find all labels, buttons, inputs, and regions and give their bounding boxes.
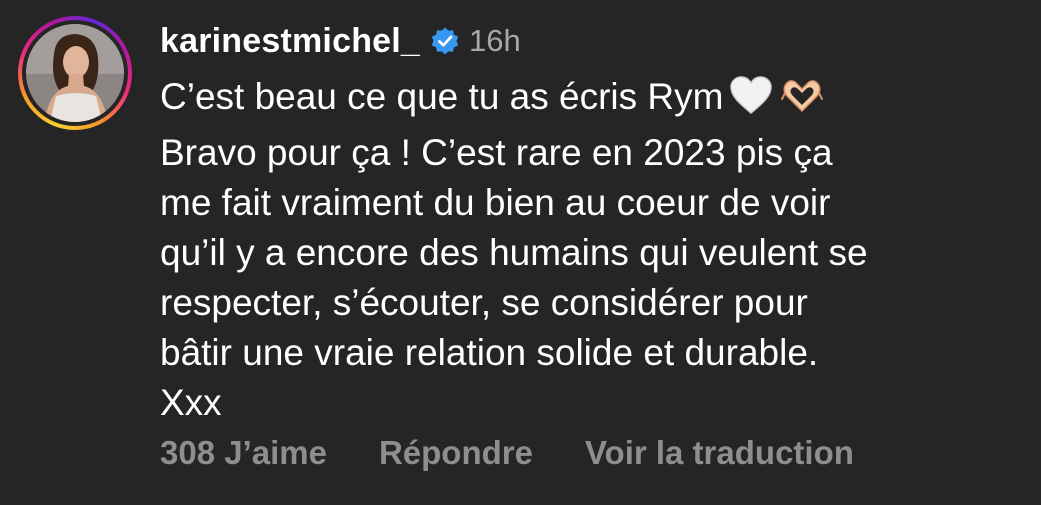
comment-line: Bravo pour ça ! C’est rare en 2023 pis ç…	[160, 132, 833, 173]
likes-count-button[interactable]: 308 J’aime	[160, 434, 327, 472]
comment-line: qu’il y a encore des humains qui veulent…	[160, 232, 868, 273]
comment-header: karinestmichel_ 16h	[160, 18, 1020, 64]
timestamp: 16h	[469, 23, 521, 58]
comment-actions: 308 J’aime Répondre Voir la traduction	[160, 434, 854, 472]
comment-line: me fait vraiment du bien au coeur de voi…	[160, 182, 831, 223]
comment-line: respecter, s’écouter, se considérer pour	[160, 282, 808, 323]
comment-text: C’est beau ce que tu as écris Rym Bravo …	[160, 72, 1020, 428]
comment-line: Xxx	[160, 382, 222, 423]
avatar-gap	[22, 20, 128, 126]
comment-line: bâtir une vraie relation solide et durab…	[160, 332, 819, 373]
comment: karinestmichel_ 16h C’est beau ce que tu…	[160, 18, 1020, 428]
heart-hands-icon	[779, 75, 825, 128]
verified-badge-icon	[431, 27, 459, 55]
reply-button[interactable]: Répondre	[379, 434, 533, 472]
avatar[interactable]	[26, 24, 124, 122]
avatar-story-ring[interactable]	[18, 16, 132, 130]
see-translation-button[interactable]: Voir la traduction	[585, 434, 854, 472]
comment-line: C’est beau ce que tu as écris Rym	[160, 76, 724, 117]
username[interactable]: karinestmichel_	[160, 22, 420, 61]
white-heart-icon	[729, 75, 773, 128]
